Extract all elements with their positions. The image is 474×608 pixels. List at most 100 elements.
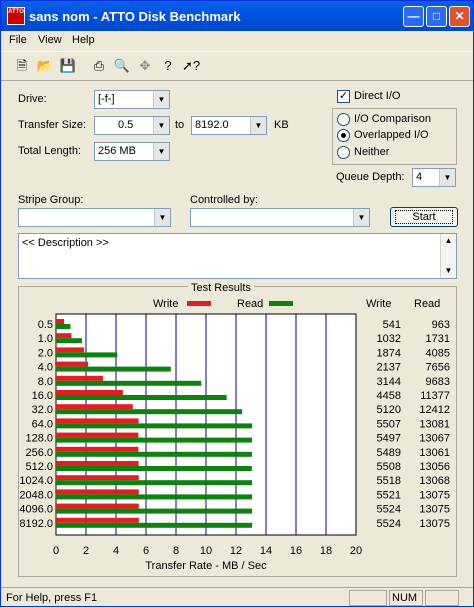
y-tick-label: 16.0 (32, 390, 53, 402)
write-value: 5497 (377, 433, 401, 445)
y-tick-label: 4096.0 (19, 504, 53, 516)
read-bar (56, 352, 118, 358)
y-tick-label: 64.0 (32, 418, 53, 430)
read-column-header: Read (414, 298, 440, 310)
write-value: 5507 (377, 418, 401, 430)
write-value: 3144 (377, 376, 401, 388)
read-bar (56, 380, 202, 386)
y-tick-label: 0.5 (38, 319, 53, 331)
x-tick-label: 18 (320, 545, 332, 557)
y-tick-label: 2048.0 (19, 489, 53, 501)
read-bar (56, 494, 253, 500)
y-tick-label: 256.0 (25, 447, 53, 459)
read-value: 13075 (419, 504, 450, 516)
write-bar (56, 446, 139, 452)
write-value: 5524 (377, 518, 401, 530)
write-bar (56, 489, 139, 495)
read-bar (56, 395, 227, 400)
read-value: 13067 (419, 433, 450, 445)
read-value: 7656 (426, 362, 450, 374)
x-tick-label: 12 (230, 545, 242, 557)
read-value: 9683 (426, 376, 450, 388)
y-tick-labels: 0.5 1.0 2.0 4.0 8.0 16.0 32.0 64.0 128.0 256.0 512… (19, 319, 53, 530)
read-value: 13061 (419, 447, 450, 459)
x-tick-label: 6 (143, 545, 149, 557)
read-value: 13068 (419, 475, 450, 487)
status-panel-3 (425, 590, 459, 606)
read-value: 13081 (419, 418, 450, 430)
write-bar (56, 361, 89, 367)
write-bar (56, 432, 139, 438)
write-value: 5521 (377, 489, 401, 501)
read-value: 963 (432, 319, 450, 331)
write-bar (56, 461, 139, 466)
write-value: 5518 (377, 475, 401, 487)
y-tick-label: 32.0 (32, 404, 53, 416)
write-value: 5524 (377, 504, 401, 516)
write-bar (56, 503, 139, 509)
write-bar (56, 404, 133, 410)
status-bar: For Help, press F1 NUM (1, 587, 473, 607)
legend-write-label: Write (153, 298, 178, 310)
y-tick-label: 1.0 (38, 333, 53, 345)
write-bar (56, 319, 65, 324)
x-tick-label: 10 (200, 545, 212, 557)
read-bar (56, 423, 253, 429)
write-values: 541 1032 1874 2137 3144 4458 5120 5507 5497 5489 5… (377, 319, 401, 530)
legend-read-label: Read (237, 298, 263, 310)
y-tick-label: 4.0 (38, 362, 53, 374)
read-value: 13075 (419, 518, 450, 530)
write-bar (56, 517, 139, 523)
x-tick-label: 20 (350, 545, 362, 557)
write-bar (56, 375, 104, 381)
x-tick-label: 4 (113, 545, 119, 557)
read-value: 11377 (420, 390, 450, 402)
app-window: ATTO sans nom - ATTO Disk Benchmark — □ … (0, 0, 474, 607)
x-tick-labels: 0 2 4 6 8 10 12 14 16 18 20 (53, 545, 362, 557)
x-tick-label: 16 (290, 545, 302, 557)
y-tick-label: 2.0 (38, 347, 53, 359)
write-bar (56, 475, 139, 481)
read-value: 4085 (426, 347, 450, 359)
x-tick-label: 2 (83, 545, 89, 557)
read-value: 13056 (419, 461, 450, 473)
read-value: 13075 (419, 489, 450, 501)
read-bar (56, 522, 253, 528)
write-column-header: Write (366, 298, 391, 310)
y-tick-label: 8192.0 (19, 518, 53, 530)
status-panel-1 (349, 590, 387, 606)
transfer-rate-chart: 0.5 1.0 2.0 4.0 8.0 16.0 32.0 64.0 128.0 256.0 512… (19, 298, 450, 572)
write-bar (56, 347, 85, 353)
y-tick-label: 8.0 (38, 376, 53, 388)
x-tick-label: 8 (173, 545, 179, 557)
read-bar (56, 508, 253, 514)
read-value: 1731 (426, 333, 450, 345)
legend-write-swatch (187, 301, 211, 306)
x-tick-label: 14 (260, 545, 272, 557)
x-tick-label: 0 (53, 545, 59, 557)
write-value: 1032 (377, 333, 401, 345)
write-bar (56, 418, 139, 424)
write-value: 5489 (377, 447, 401, 459)
write-value: 5508 (377, 461, 401, 473)
read-value: 12412 (419, 404, 450, 416)
read-bar (56, 409, 243, 415)
write-value: 2137 (377, 362, 401, 374)
read-bar (56, 437, 253, 443)
read-bar (56, 338, 82, 344)
legend-read-swatch (269, 301, 293, 306)
y-tick-label: 128.0 (25, 433, 53, 445)
write-value: 5120 (377, 404, 401, 416)
num-lock-text: NUM (392, 592, 418, 604)
y-tick-label: 1024.0 (19, 475, 53, 487)
write-value: 541 (383, 319, 401, 331)
write-bar (56, 390, 123, 395)
status-text: For Help, press F1 (6, 592, 98, 604)
read-bar (56, 480, 253, 486)
x-axis-label: Transfer Rate - MB / Sec (145, 560, 267, 572)
read-bar (56, 366, 171, 372)
read-bar (56, 451, 252, 457)
read-bar (56, 324, 71, 329)
write-bar (56, 333, 72, 339)
y-tick-label: 512.0 (25, 461, 53, 473)
